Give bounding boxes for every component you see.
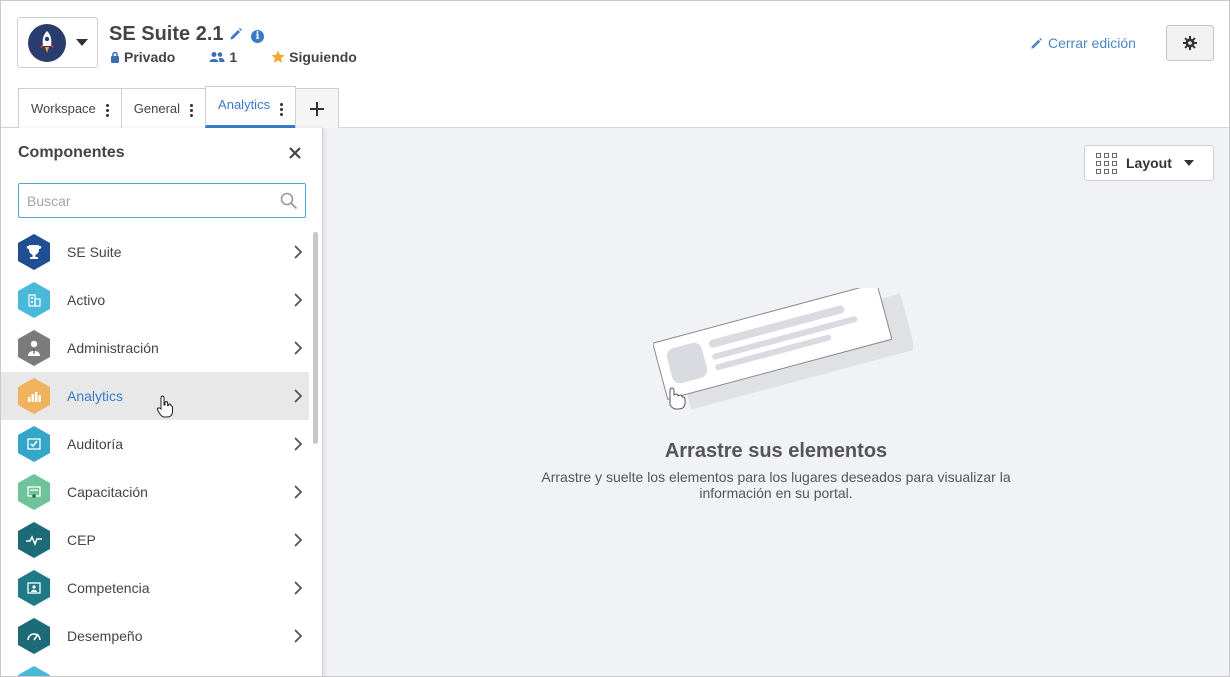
chevron-right-icon: [294, 629, 303, 643]
person-icon: [18, 330, 50, 366]
more-vertical-icon[interactable]: [105, 104, 109, 117]
search-field[interactable]: [18, 183, 306, 218]
list-item-administracion[interactable]: Administración: [1, 324, 309, 372]
list-item-label: Activo: [67, 292, 106, 308]
info-icon[interactable]: i: [251, 30, 264, 43]
star-icon: [271, 50, 285, 63]
page-title: SE Suite 2.1: [109, 23, 224, 45]
members-label: 1: [229, 49, 238, 65]
list-item-label: SE Suite: [67, 244, 122, 260]
rocket-logo-icon: [28, 23, 66, 62]
follow-toggle[interactable]: Siguiendo: [271, 49, 357, 65]
search-input[interactable]: [19, 184, 269, 217]
list-item-analytics[interactable]: Analytics: [1, 372, 309, 420]
module-icon: [18, 666, 50, 676]
pencil-icon: [1031, 37, 1043, 49]
components-list: SE Suite Activo Administración Analytics…: [1, 228, 309, 676]
chevron-right-icon: [294, 341, 303, 355]
list-item-label: Capacitación: [67, 484, 148, 500]
list-item-label: Auditoría: [67, 436, 124, 452]
close-icon[interactable]: [287, 145, 303, 161]
chevron-right-icon: [294, 245, 303, 259]
tab-label: Workspace: [31, 101, 96, 116]
empty-state-title: Arrastre sus elementos: [664, 440, 888, 462]
id-card-icon: [18, 570, 50, 606]
scrollbar[interactable]: [313, 232, 318, 444]
portal-meta: Privado 1 Siguiendo: [110, 49, 357, 65]
chevron-right-icon: [294, 533, 303, 547]
chevron-right-icon: [294, 581, 303, 595]
chevron-down-icon: [76, 39, 88, 46]
layout-dropdown[interactable]: Layout: [1084, 145, 1214, 181]
list-item-se-suite[interactable]: SE Suite: [1, 228, 309, 276]
layout-label: Layout: [1126, 155, 1172, 171]
chevron-right-icon: [294, 485, 303, 499]
members-count[interactable]: 1: [209, 49, 237, 65]
settings-button[interactable]: [1166, 25, 1214, 61]
chevron-right-icon: [294, 437, 303, 451]
list-item-label: Analytics: [67, 388, 124, 404]
app-window: SE Suite 2.1 i Privado 1 Siguiendo Cerra…: [0, 0, 1230, 677]
tab-bar: Workspace General Analytics: [18, 86, 340, 128]
add-tab-button[interactable]: [295, 88, 340, 128]
list-item-label: Desempeño: [67, 628, 143, 644]
empty-state-description: Arrastre y suelte los elementos para los…: [541, 469, 1011, 501]
list-item-label: Administración: [67, 340, 159, 356]
pulse-icon: [18, 522, 50, 558]
list-item-desempeno[interactable]: Desempeño: [1, 612, 309, 660]
list-item-cep[interactable]: CEP: [1, 516, 309, 564]
close-edit-link[interactable]: Cerrar edición: [1030, 35, 1136, 51]
portal-menu-button[interactable]: [17, 17, 98, 68]
gauge-icon: [18, 618, 50, 654]
trophy-icon: [18, 234, 50, 270]
chevron-down-icon: [1183, 160, 1194, 166]
list-item-label: CEP: [67, 532, 96, 548]
search-icon: [280, 192, 298, 210]
list-item-label: Competencia: [67, 580, 150, 596]
list-item-activo[interactable]: Activo: [1, 276, 309, 324]
tab-label: Analytics: [218, 97, 271, 112]
more-vertical-icon[interactable]: [280, 103, 284, 116]
plus-icon: [310, 101, 325, 116]
tab-analytics[interactable]: Analytics: [205, 86, 297, 128]
users-icon: [209, 52, 225, 62]
grid-icon: [1096, 152, 1117, 174]
tab-general[interactable]: General: [120, 88, 207, 128]
bar-chart-icon: [18, 378, 50, 414]
gear-icon: [1183, 36, 1197, 50]
certificate-icon: [18, 474, 50, 510]
list-item-auditoria[interactable]: Auditoría: [1, 420, 309, 468]
pencil-icon[interactable]: [229, 27, 243, 46]
header: SE Suite 2.1 i Privado 1 Siguiendo Cerra…: [1, 1, 1229, 128]
list-item-capacitacion[interactable]: Capacitación: [1, 468, 309, 516]
following-label: Siguiendo: [289, 49, 357, 65]
canvas-area[interactable]: Layout Arrastre sus elementos Arrastre y…: [323, 128, 1229, 676]
checklist-icon: [18, 426, 50, 462]
privacy-label: Privado: [124, 49, 176, 65]
tab-label: General: [133, 101, 181, 116]
list-item-competencia[interactable]: Competencia: [1, 564, 309, 612]
panel-title: Componentes: [18, 144, 125, 161]
chevron-right-icon: [294, 389, 303, 403]
list-item-partial[interactable]: [1, 660, 309, 676]
lock-icon: [111, 51, 119, 63]
close-edit-label: Cerrar edición: [1048, 35, 1136, 51]
hand-cursor-icon: [156, 395, 173, 418]
chevron-right-icon: [294, 293, 303, 307]
more-vertical-icon[interactable]: [190, 104, 194, 117]
tab-workspace[interactable]: Workspace: [18, 88, 122, 128]
building-icon: [18, 282, 50, 318]
drag-illustration-icon: [653, 288, 913, 410]
